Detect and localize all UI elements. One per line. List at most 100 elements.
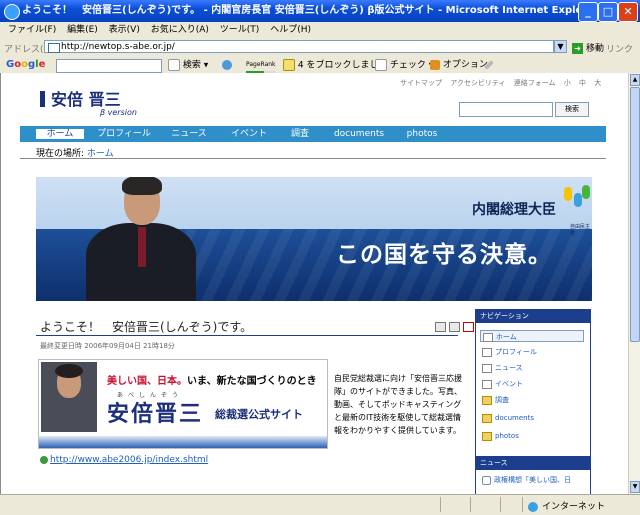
nav-events[interactable]: イベント [224,126,274,142]
page-icon [48,43,60,53]
google-toolbar: Google 検索 ▾ PageRank 4 をブロックしました チェック ▾ … [0,57,640,74]
campaign-banner[interactable]: 美しい国、日本。いま、新たな国づくりのとき あべしんぞう 安倍晋三 総裁選公式サ… [38,359,328,449]
sidebar-item-research[interactable]: 調査 [480,394,584,406]
main-nav: ホーム プロフィール ニュース イベント 調査 documents photos [20,126,606,142]
globe-icon[interactable] [222,59,232,71]
font-small-link[interactable]: 小 [564,79,571,87]
pencil-icon[interactable] [484,59,494,71]
site-search-button[interactable]: 検索 [555,102,589,117]
font-large-link[interactable]: 大 [594,79,601,87]
page-icon [482,347,492,357]
scroll-down-icon[interactable]: ▼ [630,481,640,493]
campaign-description: 自民党総裁選に向け「安倍晋三応援隊」のサイトができました。写真、動画、そしてポッ… [334,374,462,435]
sidebar-item-home[interactable]: ホーム [480,330,584,342]
globe-icon [528,501,538,512]
beta-label: β version [100,108,137,117]
menu-file[interactable]: ファイル(F) [8,22,56,38]
font-medium-link[interactable]: 中 [579,79,586,87]
banner-slogan: この国を守る決意。 [336,241,552,268]
menu-favorites[interactable]: お気に入り(A) [151,22,209,38]
scroll-up-icon[interactable]: ▲ [630,74,640,86]
google-search-button[interactable]: 検索 ▾ [168,59,208,72]
sidebar-navigation: ナビゲーション ホーム プロフィール ニュース イベント 調査 document… [475,309,591,457]
contact-link[interactable]: 連絡フォーム [514,79,556,87]
abe-portrait [76,177,196,301]
sidebar-title: ナビゲーション [476,310,590,323]
title-tools [432,322,474,335]
nav-profile[interactable]: プロフィール [94,126,154,142]
window-title-bar[interactable]: ようこそ！ 安倍晋三(しんぞう)です。 - 内閣官房長官 安倍晋三(しんぞう) … [0,0,640,22]
menu-tools[interactable]: ツール(T) [220,22,260,38]
page-icon [482,379,492,389]
go-arrow-icon: ➜ [572,43,583,54]
mail-icon[interactable] [435,322,446,332]
folder-icon [482,395,492,405]
scroll-thumb[interactable] [630,87,640,342]
nav-documents[interactable]: documents [328,126,390,142]
status-bar: インターネット [0,494,640,515]
options-button[interactable]: オプション [430,59,488,71]
banner-party: 自由民主党 [570,224,591,237]
menu-view[interactable]: 表示(V) [109,22,140,38]
sidebar-item-news[interactable]: ニュース [480,362,584,374]
nav-home[interactable]: ホーム [36,129,84,139]
page-status-icon [4,499,14,509]
go-label: 移動 [586,44,605,54]
link-globe-icon [40,456,48,464]
page-icon [482,363,492,373]
utility-links: サイトマップ アクセシビリティ 連絡フォーム 小 中 大 [400,78,607,88]
menu-edit[interactable]: 編集(E) [67,22,98,38]
news-title: ニュース [476,457,590,470]
page-icon [483,332,493,342]
campaign-tagline: 美しい国、日本。いま、新たな国づくりのとき [107,376,317,387]
sidebar-item-documents[interactable]: documents [480,412,584,424]
security-zone: インターネット [528,499,605,512]
sitemap-link[interactable]: サイトマップ [400,79,442,87]
go-button[interactable]: ➜ 移動 [572,41,604,54]
news-item[interactable]: 政権構想「美しい国、日 [482,475,571,485]
site-search-input[interactable] [459,102,553,117]
divider [20,158,606,159]
campaign-photo [41,362,97,432]
spellcheck-button[interactable]: チェック ▾ [375,59,433,72]
menu-bar: ファイル(F) 編集(E) 表示(V) お気に入り(A) ツール(T) ヘルプ(… [0,22,640,39]
sidebar-news: ニュース 政権構想「美しい国、日 [475,456,591,498]
language-flag-icon[interactable] [463,322,474,332]
ie-icon [4,4,20,20]
abc-check-icon [375,59,387,71]
sidebar-item-events[interactable]: イベント [480,378,584,390]
print-icon[interactable] [449,322,460,332]
maximize-button[interactable]: □ [598,2,618,22]
nav-photos[interactable]: photos [400,126,444,142]
google-logo[interactable]: Google [6,59,45,71]
address-url: http://newtop.s-abe.or.jp/ [61,42,175,52]
page-title: ようこそ！ 安倍晋三(しんぞう)です。 [40,320,253,334]
minimize-button[interactable]: _ [578,2,598,22]
ldp-logo-icon [564,187,572,201]
address-dropdown-icon[interactable]: ▼ [554,40,567,53]
links-button[interactable]: リンク [606,42,633,55]
address-bar: アドレス(D) http://newtop.s-abe.or.jp/ ▼ ➜ 移動… [0,38,640,58]
vertical-scrollbar[interactable]: ▲ ▼ [628,73,640,494]
nav-news[interactable]: ニュース [164,126,214,142]
sidebar-item-profile[interactable]: プロフィール [480,346,584,358]
popup-blocker-icon [283,59,295,71]
page-icon [482,475,491,485]
last-updated: 最終変更日時 2006年09月04日 21時18分 [40,342,175,350]
hero-banner: 内閣総理大臣 自由民主党 この国を守る決意。 [36,177,592,301]
address-input[interactable]: http://newtop.s-abe.or.jp/ [44,40,554,53]
close-button[interactable]: ✕ [618,2,638,22]
banner-title: 内閣総理大臣 [472,202,556,218]
nav-research[interactable]: 調査 [280,126,320,142]
google-search-input[interactable] [56,59,162,73]
menu-help[interactable]: ヘルプ(H) [270,22,311,38]
pagerank-indicator: PageRank [246,59,276,74]
campaign-name: 安倍晋三 [107,401,204,427]
campaign-url-link[interactable]: http://www.abe2006.jp/index.shtml [50,455,208,465]
site-logo[interactable]: 安倍 晋三 [40,86,121,110]
accessibility-link[interactable]: アクセシビリティ [450,79,505,87]
sidebar-item-photos[interactable]: photos [480,430,584,442]
google-g-icon [168,59,180,71]
campaign-subtitle: 総裁選公式サイト [215,408,303,421]
popup-blocker-button[interactable]: 4 をブロックしました [283,59,387,72]
